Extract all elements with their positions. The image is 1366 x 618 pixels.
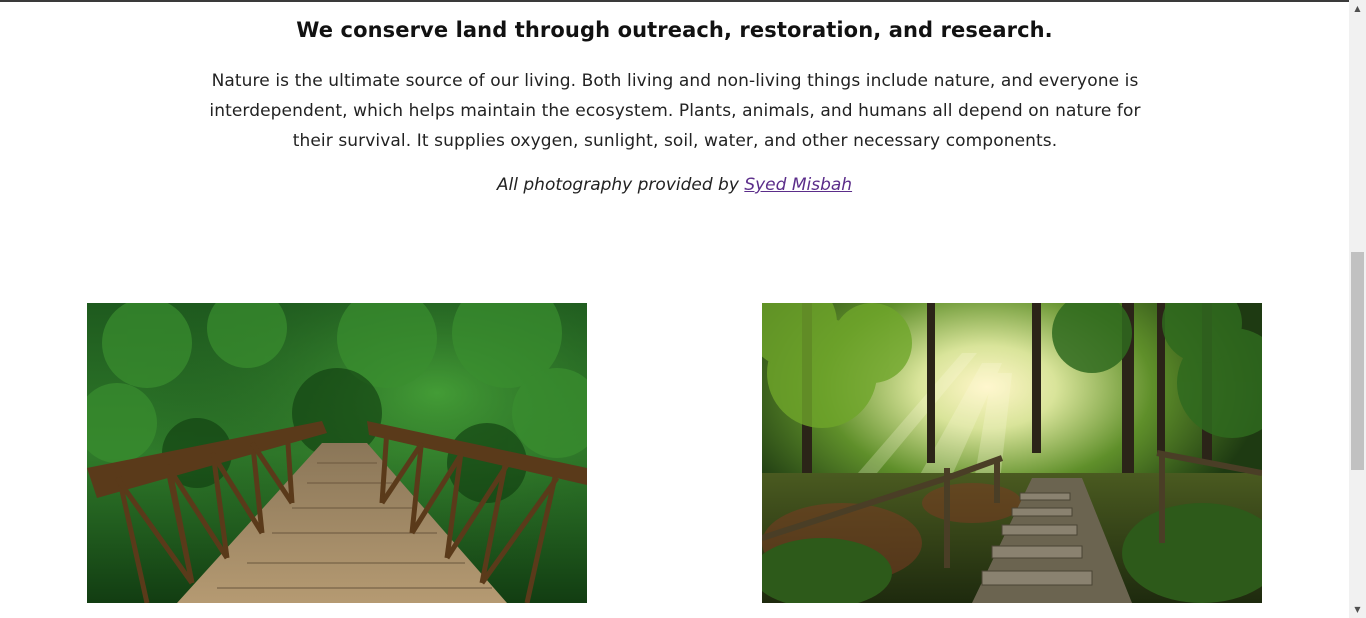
photo-credit-prefix: All photography provided by	[496, 175, 739, 195]
scroll-up-icon[interactable]: ▲	[1349, 0, 1366, 17]
photo-credit: All photography provided by Syed Misbah	[0, 175, 1349, 195]
scrollbar-thumb[interactable]	[1351, 252, 1364, 470]
photo-forest-path	[762, 303, 1262, 603]
photographer-link[interactable]: Syed Misbah	[744, 175, 852, 195]
intro-paragraph: Nature is the ultimate source of our liv…	[209, 71, 1141, 151]
top-divider	[0, 0, 1349, 2]
section-heading: We conserve land through outreach, resto…	[296, 18, 1053, 42]
vertical-scrollbar[interactable]: ▲ ▼	[1349, 0, 1366, 618]
photo-bridge	[87, 303, 587, 603]
page-content: We conserve land through outreach, resto…	[0, 0, 1349, 618]
scroll-down-icon[interactable]: ▼	[1349, 601, 1366, 618]
bridge-illustration	[87, 303, 587, 603]
forest-path-illustration	[762, 303, 1262, 603]
